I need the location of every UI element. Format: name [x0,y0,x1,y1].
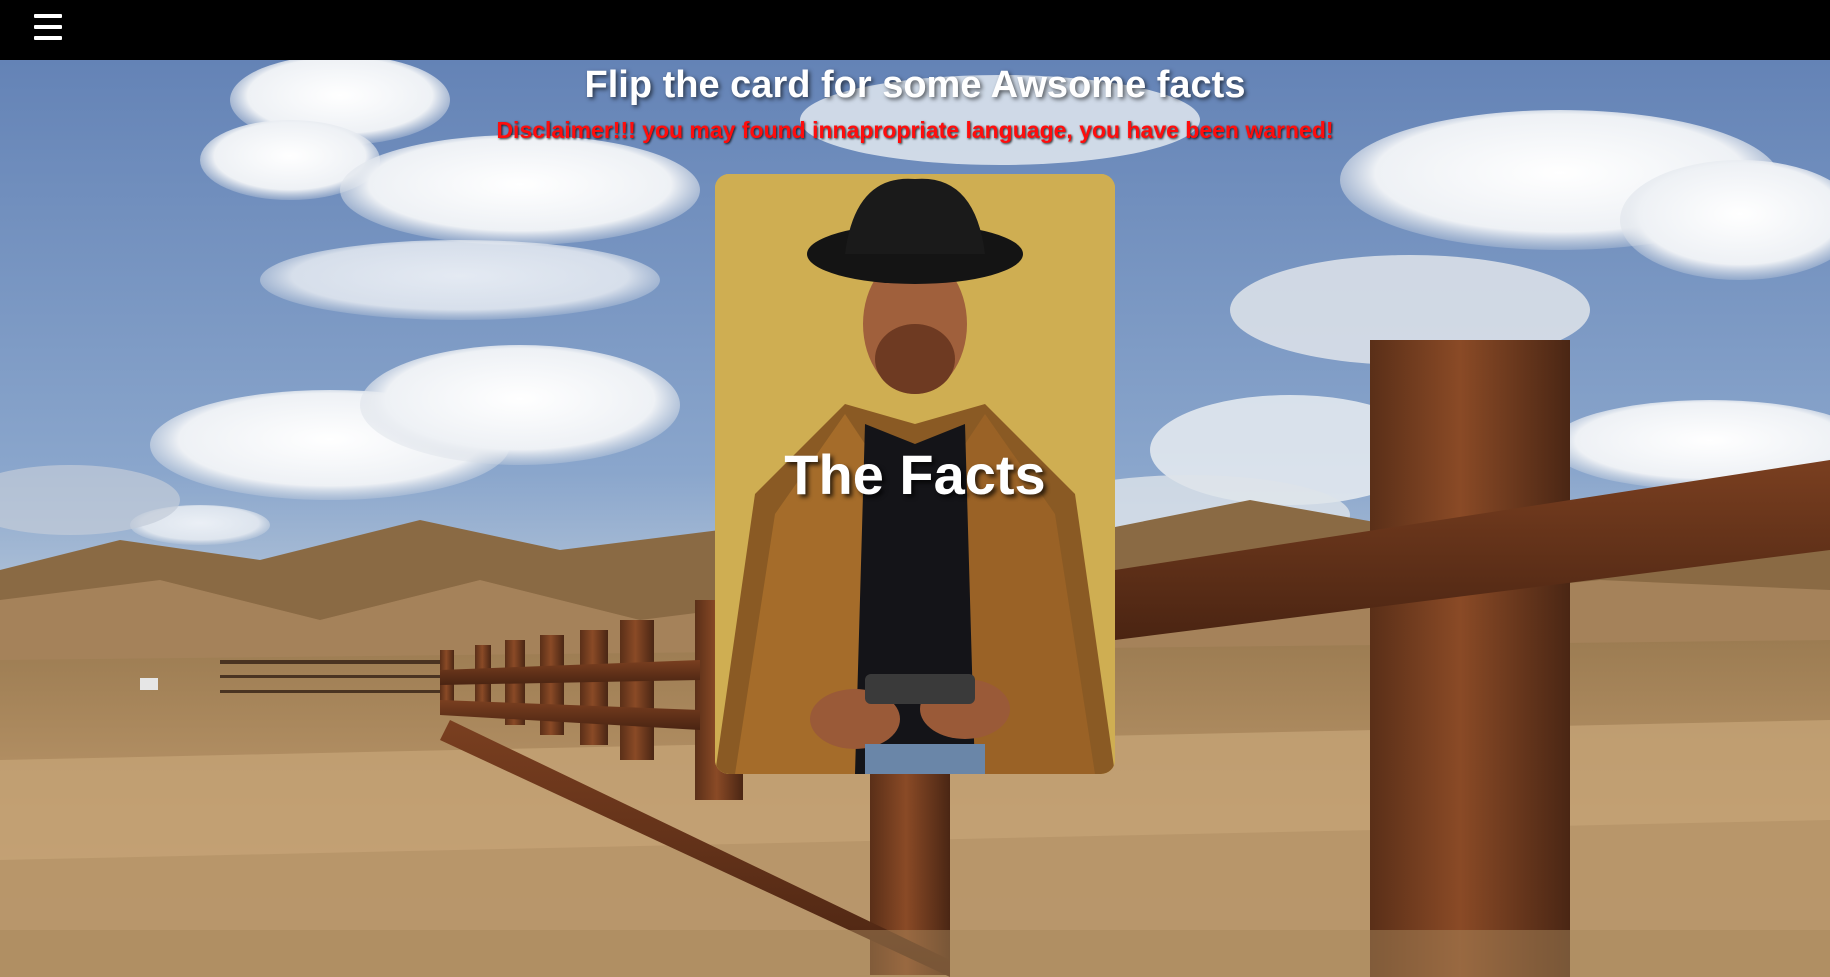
hamburger-menu-icon[interactable] [34,14,62,42]
menu-bar [34,14,62,18]
disclaimer-text: Disclaimer!!! you may found innapropriat… [496,117,1334,143]
menu-bar [34,36,62,40]
page: Flip the card for some Awsome facts Disc… [0,0,1830,977]
page-headline: Flip the card for some Awsome facts [584,64,1246,106]
top-navbar [0,0,1830,60]
card-front-title: The Facts [784,443,1046,506]
flip-card[interactable]: The Facts [715,174,1115,774]
menu-bar [34,25,62,29]
